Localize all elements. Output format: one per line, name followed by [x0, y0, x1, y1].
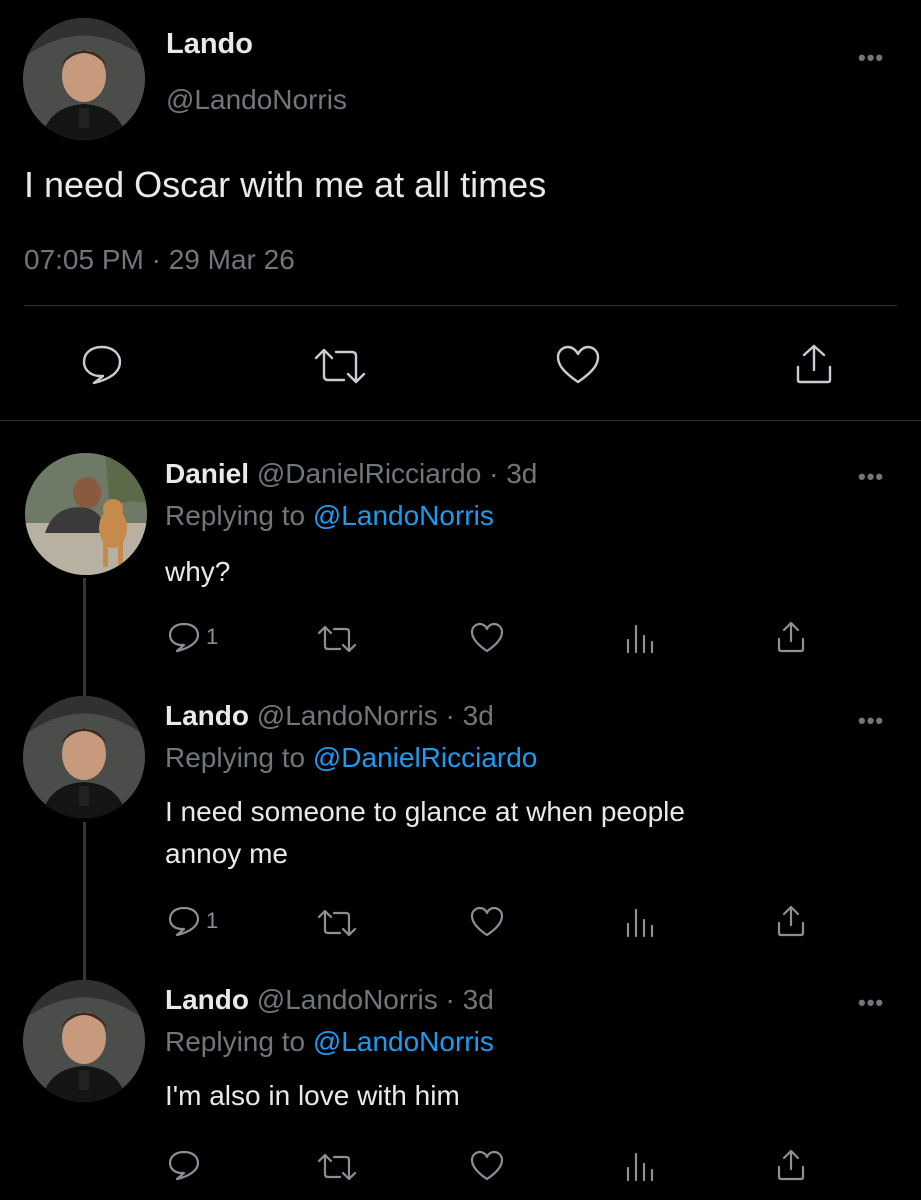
- retweet-icon[interactable]: [312, 346, 368, 391]
- reply-count: 1: [206, 624, 219, 649]
- like-icon[interactable]: [554, 344, 602, 391]
- reply-header: Lando @LandoNorris · 3d: [165, 700, 494, 732]
- replying-to-label: Replying to: [165, 742, 306, 773]
- handle[interactable]: @LandoNorris: [257, 700, 438, 731]
- reply-header: Daniel @DanielRicciardo · 3d: [165, 458, 537, 490]
- more-options-icon[interactable]: •••: [858, 710, 884, 732]
- retweet-icon[interactable]: [316, 1152, 358, 1187]
- replying-to: Replying to @DanielRicciardo: [165, 742, 537, 774]
- like-icon[interactable]: [469, 1150, 505, 1187]
- analytics-icon[interactable]: [624, 622, 656, 659]
- avatar[interactable]: [23, 980, 145, 1102]
- tweet-text-line: I need someone to glance at when people: [165, 796, 685, 827]
- tweet-age[interactable]: · 3d: [446, 700, 494, 731]
- avatar[interactable]: [23, 18, 145, 140]
- display-name[interactable]: Lando: [165, 984, 249, 1015]
- tweet-age[interactable]: · 3d: [489, 458, 537, 489]
- divider: [0, 420, 921, 421]
- reply-icon[interactable]: [167, 621, 201, 658]
- analytics-icon[interactable]: [624, 906, 656, 943]
- like-icon[interactable]: [469, 622, 505, 659]
- tweet-age[interactable]: · 3d: [446, 984, 494, 1015]
- share-icon[interactable]: [775, 1148, 807, 1187]
- avatar[interactable]: [23, 696, 145, 818]
- display-name[interactable]: Lando: [166, 28, 253, 61]
- reply-icon[interactable]: [80, 343, 124, 390]
- replying-to: Replying to @LandoNorris: [165, 1026, 494, 1058]
- display-name[interactable]: Daniel: [165, 458, 249, 489]
- more-options-icon[interactable]: •••: [858, 466, 884, 488]
- share-icon[interactable]: [775, 904, 807, 943]
- thread-line: [83, 578, 86, 696]
- timestamp[interactable]: 07:05 PM · 29 Mar 26: [24, 244, 295, 276]
- reply-icon[interactable]: [167, 905, 201, 942]
- divider: [24, 305, 897, 306]
- reply-header: Lando @LandoNorris · 3d: [165, 984, 494, 1016]
- share-icon[interactable]: [775, 620, 807, 659]
- handle[interactable]: @LandoNorris: [257, 984, 438, 1015]
- tweet-text: why?: [165, 556, 231, 587]
- replying-to-link[interactable]: @DanielRicciardo: [313, 742, 538, 773]
- retweet-icon[interactable]: [316, 908, 358, 943]
- like-icon[interactable]: [469, 906, 505, 943]
- thread-line: [83, 822, 86, 980]
- avatar[interactable]: [25, 453, 147, 575]
- replying-to-link[interactable]: @LandoNorris: [313, 1026, 494, 1057]
- display-name[interactable]: Lando: [165, 700, 249, 731]
- reply-count: 1: [206, 908, 219, 933]
- handle[interactable]: @DanielRicciardo: [257, 458, 482, 489]
- replying-to-link[interactable]: @LandoNorris: [313, 500, 494, 531]
- reply-icon[interactable]: [167, 1149, 201, 1186]
- tweet-text: I need Oscar with me at all times: [24, 164, 547, 205]
- more-options-icon[interactable]: •••: [858, 992, 884, 1014]
- share-icon[interactable]: [792, 342, 836, 391]
- tweet-text: I'm also in love with him: [165, 1080, 460, 1111]
- tweet-text-line: annoy me: [165, 838, 288, 869]
- replying-to: Replying to @LandoNorris: [165, 500, 494, 532]
- replying-to-label: Replying to: [165, 1026, 306, 1057]
- more-options-icon[interactable]: •••: [858, 47, 884, 69]
- analytics-icon[interactable]: [624, 1150, 656, 1187]
- replying-to-label: Replying to: [165, 500, 306, 531]
- handle[interactable]: @LandoNorris: [166, 84, 347, 116]
- retweet-icon[interactable]: [316, 624, 358, 659]
